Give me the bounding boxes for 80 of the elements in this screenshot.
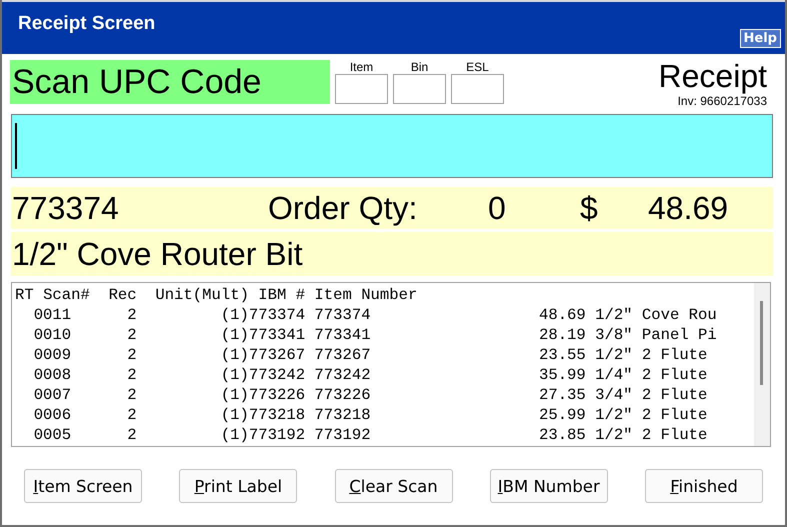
list-cell-text: 773192 <box>314 425 372 445</box>
column-header: IBM # <box>258 285 306 305</box>
list-cell-text: 773242 <box>248 365 306 385</box>
field-label: Bin <box>410 60 428 74</box>
scan-prompt: Scan UPC Code <box>10 60 330 104</box>
list-cell-text: 2 <box>126 325 137 345</box>
list-cell: 35.99 <box>538 365 586 385</box>
text-cursor <box>15 123 17 169</box>
list-cell-text: 773341 <box>314 325 372 345</box>
list-cell-text: (1) <box>220 305 249 325</box>
currency-symbol: $ <box>580 190 599 226</box>
list-cell-text: 773218 <box>248 405 306 425</box>
list-cell-text: 773192 <box>248 425 306 445</box>
column-header: Item Number <box>314 285 418 305</box>
column-header: RT Scan# <box>15 285 91 305</box>
price-value: 48.69 <box>648 190 730 226</box>
quantity-label: Order Qty: <box>268 190 418 226</box>
action-button[interactable]: IBM Number <box>490 469 608 503</box>
list-cell-text: 773341 <box>248 325 306 345</box>
list-cell-text: 773226 <box>314 385 372 405</box>
list-cell-text: (1) <box>220 345 249 365</box>
list-cell-text: 773242 <box>314 365 372 385</box>
list-cell-text: 773267 <box>314 345 372 365</box>
scan-input-field[interactable] <box>11 114 773 178</box>
list-cell: 3/8" Panel Pi <box>595 325 717 345</box>
list-cell-text: (1) <box>220 405 249 425</box>
item-description: 1/2" Cove Router Bit <box>12 236 303 272</box>
item-number: 773374 <box>12 190 120 226</box>
list-cell-text: 2 <box>126 305 137 325</box>
list-cell-text: 773218 <box>314 405 372 425</box>
list-cell-text: (1) <box>220 325 249 345</box>
list-cell-text: 773374 <box>248 305 306 325</box>
scrollbar[interactable] <box>754 283 770 446</box>
list-cell-text: 0010 <box>32 325 72 345</box>
input-field[interactable] <box>393 74 446 104</box>
list-cell: 1/2" Cove Rou <box>595 305 717 325</box>
list-cell: 1/2" 2 Flute <box>595 345 708 365</box>
help-button[interactable]: Help <box>740 29 781 48</box>
list-cell: 23.85 <box>538 425 586 445</box>
input-field[interactable] <box>335 74 388 104</box>
list-cell-text: 0006 <box>32 405 72 425</box>
list-cell-text: 0008 <box>32 365 72 385</box>
list-cell-text: 773267 <box>248 345 306 365</box>
list-cell-text: (1) <box>220 425 249 445</box>
list-cell: 23.55 <box>538 345 586 365</box>
list-cell: 1/2" 2 Flute <box>595 405 708 425</box>
list-cell: 28.19 <box>538 325 586 345</box>
list-cell-text: 773374 <box>314 305 372 325</box>
field-label: ESL <box>466 60 489 74</box>
list-cell-text: 0007 <box>32 385 72 405</box>
scrollbar-thumb[interactable] <box>760 301 763 385</box>
action-button[interactable]: Item Screen <box>24 469 142 503</box>
input-field[interactable] <box>451 74 504 104</box>
list-cell-text: 0009 <box>32 345 72 365</box>
action-button[interactable]: Print Label <box>179 469 298 503</box>
list-cell-text: 0011 <box>32 305 72 325</box>
list-cell-text: 2 <box>126 365 137 385</box>
list-cell-text: 2 <box>126 405 137 425</box>
column-header: Unit(Mult) <box>155 285 250 305</box>
field-label: Item <box>350 60 374 74</box>
window-title: Receipt Screen <box>18 13 156 35</box>
column-header: Rec <box>108 285 138 305</box>
list-cell-text: 773226 <box>248 385 306 405</box>
list-cell-text: 2 <box>126 385 137 405</box>
list-cell-text: (1) <box>220 365 249 385</box>
list-cell-text: 0005 <box>32 425 72 445</box>
list-cell: 1/4" 2 Flute <box>595 365 708 385</box>
screen-heading: Receipt <box>658 60 767 92</box>
list-cell: 3/4" 2 Flute <box>595 385 708 405</box>
list-cell-text: 2 <box>126 425 137 445</box>
list-cell: 25.99 <box>538 405 586 425</box>
list-cell: 1/2" 2 Flute <box>595 425 708 445</box>
action-button[interactable]: Finished <box>645 469 763 503</box>
quantity-value: 0 <box>488 190 507 226</box>
action-button[interactable]: Clear Scan <box>334 469 452 503</box>
list-cell: 48.69 <box>538 305 586 325</box>
list-cell-text: 2 <box>126 345 137 365</box>
list-cell: 27.35 <box>538 385 586 405</box>
list-cell-text: (1) <box>220 385 249 405</box>
invoice-number: Inv: 9660217033 <box>678 94 767 108</box>
